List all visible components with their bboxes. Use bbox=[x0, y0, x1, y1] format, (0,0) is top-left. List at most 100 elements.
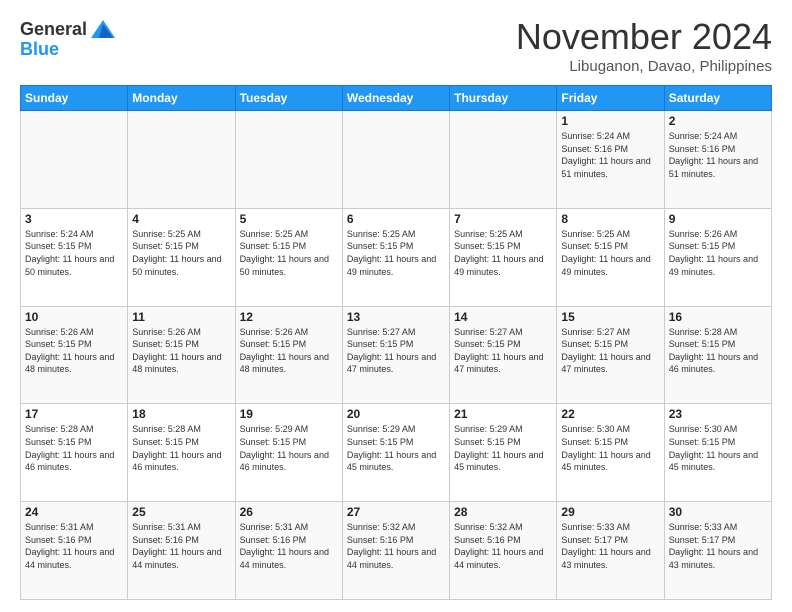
day-info: Sunrise: 5:29 AMSunset: 5:15 PMDaylight:… bbox=[454, 423, 552, 473]
calendar-cell bbox=[235, 111, 342, 209]
calendar-cell: 23 Sunrise: 5:30 AMSunset: 5:15 PMDayligh… bbox=[664, 404, 771, 502]
calendar-cell: 4 Sunrise: 5:25 AMSunset: 5:15 PMDaylight… bbox=[128, 208, 235, 306]
day-info: Sunrise: 5:28 AMSunset: 5:15 PMDaylight:… bbox=[669, 326, 767, 376]
calendar-day-header: Tuesday bbox=[235, 86, 342, 111]
calendar-cell: 14Sunrise: 5:27 AMSunset: 5:15 PMDayligh… bbox=[450, 306, 557, 404]
calendar-cell bbox=[21, 111, 128, 209]
calendar-day-header: Sunday bbox=[21, 86, 128, 111]
calendar-cell: 8Sunrise: 5:25 AMSunset: 5:15 PMDaylight… bbox=[557, 208, 664, 306]
calendar-cell: 6 Sunrise: 5:25 AMSunset: 5:15 PMDaylight… bbox=[342, 208, 449, 306]
day-info: Sunrise: 5:24 AMSunset: 5:16 PMDaylight:… bbox=[669, 130, 767, 180]
calendar-table: SundayMondayTuesdayWednesdayThursdayFrid… bbox=[20, 85, 772, 600]
calendar-cell: 18Sunrise: 5:28 AMSunset: 5:15 PMDayligh… bbox=[128, 404, 235, 502]
calendar-cell: 19Sunrise: 5:29 AMSunset: 5:15 PMDayligh… bbox=[235, 404, 342, 502]
day-number: 2 bbox=[669, 114, 767, 128]
calendar-cell: 24 Sunrise: 5:31 AMSunset: 5:16 PMDayligh… bbox=[21, 502, 128, 600]
calendar-cell: 13 Sunrise: 5:27 AMSunset: 5:15 PMDayligh… bbox=[342, 306, 449, 404]
day-number: 9 bbox=[669, 212, 767, 226]
day-info: Sunrise: 5:24 AMSunset: 5:16 PMDaylight:… bbox=[561, 130, 659, 180]
day-info: Sunrise: 5:33 AMSunset: 5:17 PMDaylight:… bbox=[669, 521, 767, 571]
day-info: Sunrise: 5:27 AMSunset: 5:15 PMDaylight:… bbox=[347, 326, 445, 376]
day-number: 6 bbox=[347, 212, 445, 226]
calendar-week-row: 17Sunrise: 5:28 AMSunset: 5:15 PMDayligh… bbox=[21, 404, 772, 502]
day-number: 27 bbox=[347, 505, 445, 519]
day-info: Sunrise: 5:31 AMSunset: 5:16 PMDaylight:… bbox=[240, 521, 338, 571]
calendar-cell: 12 Sunrise: 5:26 AMSunset: 5:15 PMDayligh… bbox=[235, 306, 342, 404]
calendar-cell bbox=[128, 111, 235, 209]
day-info: Sunrise: 5:25 AMSunset: 5:15 PMDaylight:… bbox=[454, 228, 552, 278]
calendar-day-header: Wednesday bbox=[342, 86, 449, 111]
day-info: Sunrise: 5:25 AMSunset: 5:15 PMDaylight:… bbox=[240, 228, 338, 278]
day-number: 25 bbox=[132, 505, 230, 519]
page: General Blue November 2024 Libuganon, Da… bbox=[0, 0, 792, 612]
day-number: 4 bbox=[132, 212, 230, 226]
calendar-cell: 7 Sunrise: 5:25 AMSunset: 5:15 PMDaylight… bbox=[450, 208, 557, 306]
calendar-cell bbox=[342, 111, 449, 209]
calendar-cell: 25Sunrise: 5:31 AMSunset: 5:16 PMDayligh… bbox=[128, 502, 235, 600]
day-info: Sunrise: 5:26 AMSunset: 5:15 PMDaylight:… bbox=[25, 326, 123, 376]
calendar-cell: 15 Sunrise: 5:27 AMSunset: 5:15 PMDayligh… bbox=[557, 306, 664, 404]
calendar-cell: 2 Sunrise: 5:24 AMSunset: 5:16 PMDaylight… bbox=[664, 111, 771, 209]
day-number: 12 bbox=[240, 310, 338, 324]
day-info: Sunrise: 5:27 AMSunset: 5:15 PMDaylight:… bbox=[561, 326, 659, 376]
day-number: 22 bbox=[561, 407, 659, 421]
day-number: 20 bbox=[347, 407, 445, 421]
calendar-cell: 9 Sunrise: 5:26 AMSunset: 5:15 PMDaylight… bbox=[664, 208, 771, 306]
calendar-cell: 20 Sunrise: 5:29 AMSunset: 5:15 PMDayligh… bbox=[342, 404, 449, 502]
calendar-cell: 17Sunrise: 5:28 AMSunset: 5:15 PMDayligh… bbox=[21, 404, 128, 502]
day-number: 18 bbox=[132, 407, 230, 421]
title-block: November 2024 Libuganon, Davao, Philippi… bbox=[516, 16, 772, 75]
calendar-cell: 28 Sunrise: 5:32 AMSunset: 5:16 PMDayligh… bbox=[450, 502, 557, 600]
location: Libuganon, Davao, Philippines bbox=[516, 58, 772, 75]
day-number: 24 bbox=[25, 505, 123, 519]
day-info: Sunrise: 5:29 AMSunset: 5:15 PMDaylight:… bbox=[347, 423, 445, 473]
day-info: Sunrise: 5:31 AMSunset: 5:16 PMDaylight:… bbox=[25, 521, 123, 571]
logo-blue-text: Blue bbox=[20, 40, 59, 60]
logo-general-text: General bbox=[20, 20, 87, 40]
day-number: 11 bbox=[132, 310, 230, 324]
day-number: 21 bbox=[454, 407, 552, 421]
calendar-cell bbox=[450, 111, 557, 209]
calendar-week-row: 10 Sunrise: 5:26 AMSunset: 5:15 PMDayligh… bbox=[21, 306, 772, 404]
calendar-cell: 1 Sunrise: 5:24 AMSunset: 5:16 PMDaylight… bbox=[557, 111, 664, 209]
day-number: 10 bbox=[25, 310, 123, 324]
day-number: 26 bbox=[240, 505, 338, 519]
calendar-cell: 26 Sunrise: 5:31 AMSunset: 5:16 PMDayligh… bbox=[235, 502, 342, 600]
day-number: 19 bbox=[240, 407, 338, 421]
day-info: Sunrise: 5:24 AMSunset: 5:15 PMDaylight:… bbox=[25, 228, 123, 278]
day-info: Sunrise: 5:25 AMSunset: 5:15 PMDaylight:… bbox=[132, 228, 230, 278]
day-number: 17 bbox=[25, 407, 123, 421]
day-number: 15 bbox=[561, 310, 659, 324]
day-number: 7 bbox=[454, 212, 552, 226]
calendar-week-row: 3 Sunrise: 5:24 AMSunset: 5:15 PMDaylight… bbox=[21, 208, 772, 306]
calendar-cell: 30 Sunrise: 5:33 AMSunset: 5:17 PMDayligh… bbox=[664, 502, 771, 600]
calendar-week-row: 1 Sunrise: 5:24 AMSunset: 5:16 PMDaylight… bbox=[21, 111, 772, 209]
day-number: 14 bbox=[454, 310, 552, 324]
logo-icon bbox=[89, 16, 117, 44]
day-number: 1 bbox=[561, 114, 659, 128]
day-info: Sunrise: 5:30 AMSunset: 5:15 PMDaylight:… bbox=[669, 423, 767, 473]
day-info: Sunrise: 5:32 AMSunset: 5:16 PMDaylight:… bbox=[347, 521, 445, 571]
day-info: Sunrise: 5:30 AMSunset: 5:15 PMDaylight:… bbox=[561, 423, 659, 473]
day-info: Sunrise: 5:26 AMSunset: 5:15 PMDaylight:… bbox=[669, 228, 767, 278]
day-number: 8 bbox=[561, 212, 659, 226]
month-title: November 2024 bbox=[516, 16, 772, 58]
calendar-day-header: Thursday bbox=[450, 86, 557, 111]
calendar-cell: 10 Sunrise: 5:26 AMSunset: 5:15 PMDayligh… bbox=[21, 306, 128, 404]
calendar-cell: 29Sunrise: 5:33 AMSunset: 5:17 PMDayligh… bbox=[557, 502, 664, 600]
day-info: Sunrise: 5:26 AMSunset: 5:15 PMDaylight:… bbox=[240, 326, 338, 376]
day-number: 13 bbox=[347, 310, 445, 324]
day-info: Sunrise: 5:25 AMSunset: 5:15 PMDaylight:… bbox=[347, 228, 445, 278]
day-info: Sunrise: 5:26 AMSunset: 5:15 PMDaylight:… bbox=[132, 326, 230, 376]
day-number: 30 bbox=[669, 505, 767, 519]
logo: General Blue bbox=[20, 16, 117, 60]
day-number: 5 bbox=[240, 212, 338, 226]
day-info: Sunrise: 5:32 AMSunset: 5:16 PMDaylight:… bbox=[454, 521, 552, 571]
day-number: 3 bbox=[25, 212, 123, 226]
day-number: 23 bbox=[669, 407, 767, 421]
calendar-cell: 3 Sunrise: 5:24 AMSunset: 5:15 PMDaylight… bbox=[21, 208, 128, 306]
calendar-cell: 27 Sunrise: 5:32 AMSunset: 5:16 PMDayligh… bbox=[342, 502, 449, 600]
calendar-cell: 16Sunrise: 5:28 AMSunset: 5:15 PMDayligh… bbox=[664, 306, 771, 404]
calendar-cell: 11 Sunrise: 5:26 AMSunset: 5:15 PMDayligh… bbox=[128, 306, 235, 404]
day-number: 28 bbox=[454, 505, 552, 519]
